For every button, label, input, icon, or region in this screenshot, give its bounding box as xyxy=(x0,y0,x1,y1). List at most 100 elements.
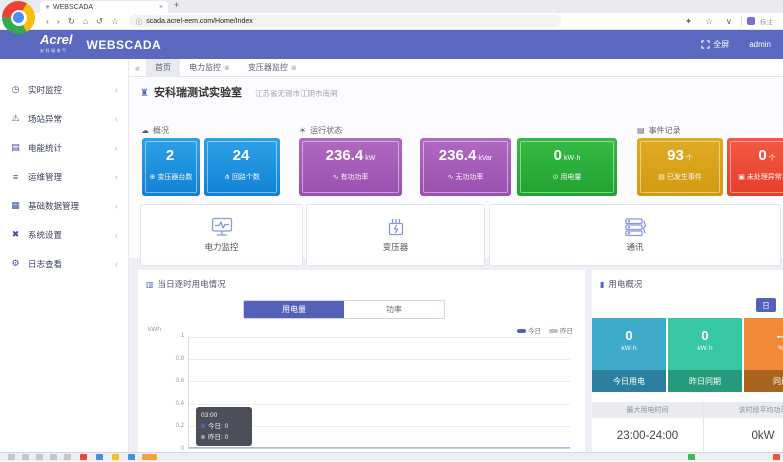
shortcut-communication[interactable]: 通讯 xyxy=(489,204,781,266)
sidebar-item-label: 运维管理 xyxy=(28,171,62,183)
legend-item-today[interactable]: 今日 xyxy=(517,325,541,335)
taskbar-icon[interactable] xyxy=(688,454,695,460)
taskbar-icon[interactable] xyxy=(22,454,29,460)
sidebar-item-base-data[interactable]: ▦ 基础数据管理 ‹ xyxy=(0,191,128,220)
power-wave-icon: ∿ xyxy=(333,174,339,181)
section-label-status: ☀ 运行状态 xyxy=(299,125,342,136)
tab-label: 首页 xyxy=(155,62,171,73)
tile-yoy-ratio[interactable]: --% 同比 xyxy=(744,318,783,392)
taskbar-icon[interactable] xyxy=(112,454,119,460)
taskbar-icon[interactable] xyxy=(96,454,103,460)
taskbar-active-app[interactable] xyxy=(142,454,157,460)
tab-close-icon[interactable]: ⊗ xyxy=(224,64,230,72)
tooltip-series-name: 昨日 xyxy=(208,434,221,441)
tab-transformer-monitor[interactable]: 变压器监控 ⊗ xyxy=(239,59,306,77)
back-icon[interactable]: ‹ xyxy=(46,17,49,26)
tooltip-yesterday-row: 昨日: 0 xyxy=(201,432,247,443)
taskbar-icon[interactable] xyxy=(36,454,43,460)
bookmark-star-icon[interactable]: ☆ xyxy=(111,17,119,26)
stat-label: 用电量 xyxy=(560,174,581,181)
card-inner-border xyxy=(145,141,197,193)
browser-tab[interactable]: ✳ WEBSCADA × xyxy=(40,1,168,13)
shortcut-transformer[interactable]: 变压器 xyxy=(306,204,485,266)
sidebar-item-maintenance[interactable]: ≡ 运维管理 ‹ xyxy=(0,162,128,191)
divider xyxy=(741,17,742,26)
taskbar-icon[interactable] xyxy=(50,454,57,460)
user-menu[interactable]: admin xyxy=(749,40,771,49)
sidebar-item-energy-stats[interactable]: ▤ 电能统计 ‹ xyxy=(0,133,128,162)
extension-icon[interactable]: ✦ xyxy=(685,17,692,26)
taskbar-icon[interactable] xyxy=(8,454,15,460)
tile-today-usage[interactable]: 0kW·h 今日用电 xyxy=(592,318,666,392)
profile-avatar[interactable] xyxy=(747,17,755,25)
stat-card-transformer-count[interactable]: 2 ⊕变压器台数 xyxy=(142,138,200,196)
browser-navbar: ‹ › ↻ ⌂ ↺ ☆ ⓘ scada.acrel-eem.com/Home/I… xyxy=(0,13,783,30)
reload-icon[interactable]: ↻ xyxy=(68,17,75,26)
table-cell: 23:00-24:00 xyxy=(592,418,703,453)
axis-tick-label: 0.4 xyxy=(176,401,184,407)
stat-card-energy-used[interactable]: 0kW·h ⊙用电量 xyxy=(517,138,617,196)
fullscreen-button[interactable]: 全屏 xyxy=(701,39,729,50)
chart-tooltip: 03:00 今日: 0 昨日: 0 xyxy=(196,407,252,446)
log-view-icon: ⚙ xyxy=(10,258,21,269)
tab-close-icon[interactable]: × xyxy=(159,4,163,11)
windows-taskbar xyxy=(0,452,783,461)
period-day-button[interactable]: 日 xyxy=(756,298,776,312)
stat-card-active-power[interactable]: 236.4kW ∿有功功率 xyxy=(299,138,402,196)
tab-close-icon[interactable]: ⊗ xyxy=(291,64,297,72)
taskbar-icon[interactable] xyxy=(80,454,87,460)
stat-label: 已发生事件 xyxy=(667,174,702,181)
legend-label: 今日 xyxy=(528,328,541,335)
tile-yesterday-usage[interactable]: 0kW·h 昨日同期 xyxy=(668,318,742,392)
max-usage-table: 最大用电时间 该时段平均功率 23:00-24:00 0kW xyxy=(592,402,783,454)
station-alarm-icon: ⚠ xyxy=(10,113,21,124)
sidebar-item-realtime-monitor[interactable]: ◷ 实时监控 ‹ xyxy=(0,75,128,104)
sidebar-item-settings[interactable]: ✖ 系统设置 ‹ xyxy=(0,220,128,249)
tab-power-monitor[interactable]: 电力监控 ⊗ xyxy=(180,59,239,77)
toggle-power-button[interactable]: 功率 xyxy=(344,301,444,318)
shortcut-power-monitor[interactable]: 电力监控 xyxy=(140,204,303,266)
legend-swatch xyxy=(549,329,558,333)
sidebar-item-label: 基础数据管理 xyxy=(28,200,79,212)
site-info-icon[interactable]: ⓘ xyxy=(136,16,143,26)
chevron-left-icon: ‹ xyxy=(115,201,118,211)
sidebar-item-log-view[interactable]: ⚙ 日志查看 ‹ xyxy=(0,249,128,278)
energy-panel-title: 用电概况 xyxy=(608,278,642,290)
axis-tick-label: 0.2 xyxy=(176,423,184,429)
tile-unit: % xyxy=(744,345,783,352)
hourly-usage-panel: ▥ 当日逐时用电情况 用电量 功率 今日 昨日 kWh 10.80.60.40.… xyxy=(138,270,585,462)
legend-item-yesterday[interactable]: 昨日 xyxy=(549,325,573,335)
history-icon[interactable]: ↺ xyxy=(96,17,103,26)
dropdown-caret-icon[interactable]: ∨ xyxy=(726,17,732,26)
tab-home[interactable]: 首页 xyxy=(146,59,180,77)
transformer-icon: ⊕ xyxy=(150,174,156,181)
product-name: WEBSCADA xyxy=(87,38,162,52)
address-bar[interactable]: ⓘ scada.acrel-eem.com/Home/Index xyxy=(129,15,561,27)
section-title: 概况 xyxy=(153,125,169,136)
forward-icon[interactable]: › xyxy=(57,17,60,26)
stat-card-circuit-count[interactable]: 24 ⋔回路个数 xyxy=(204,138,280,196)
tile-label: 昨日同期 xyxy=(668,370,742,392)
stat-card-unhandled-events[interactable]: 0个 ▣未处理异常事件 xyxy=(727,138,783,196)
section-title: 运行状态 xyxy=(310,125,342,136)
chart-panel-title: 当日逐时用电情况 xyxy=(158,278,226,290)
stat-card-events-occurred[interactable]: 93个 ▤已发生事件 xyxy=(637,138,723,196)
navbar-right-cluster: ✦ ☆ ∨ 标注 xyxy=(681,16,783,26)
legend-label: 昨日 xyxy=(560,328,573,335)
new-tab-button[interactable]: + xyxy=(174,0,179,10)
sidebar-item-label: 场站异常 xyxy=(28,113,62,125)
column-header: 最大用电时间 xyxy=(592,402,703,418)
collapse-tabs-button[interactable]: « xyxy=(129,63,146,73)
card-inner-border xyxy=(423,141,508,193)
favorite-star-icon[interactable]: ☆ xyxy=(705,17,713,26)
home-icon[interactable]: ⌂ xyxy=(83,17,88,26)
stat-label: 未处理异常事件 xyxy=(747,174,783,181)
taskbar-icon[interactable] xyxy=(773,454,780,460)
toggle-energy-button[interactable]: 用电量 xyxy=(244,301,344,318)
stat-card-reactive-power[interactable]: 236.4kVar ∿无功功率 xyxy=(420,138,511,196)
chevron-left-icon: ‹ xyxy=(115,143,118,153)
taskbar-icon[interactable] xyxy=(128,454,135,460)
taskbar-icon[interactable] xyxy=(64,454,71,460)
sidebar-item-station-alarm[interactable]: ⚠ 场站异常 ‹ xyxy=(0,104,128,133)
tile-value: 0 xyxy=(592,318,666,343)
